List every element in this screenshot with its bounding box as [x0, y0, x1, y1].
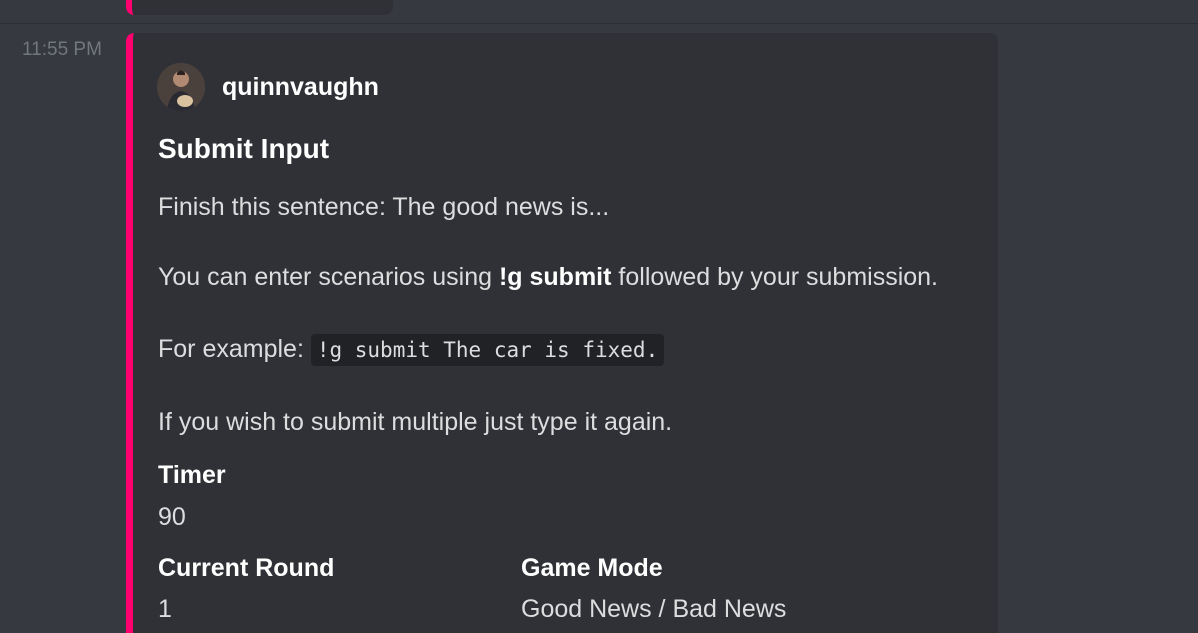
bot-embed: quinnvaughn Submit Input Finish this sen…: [126, 33, 998, 633]
author-name[interactable]: quinnvaughn: [222, 73, 379, 102]
command-text: !g submit: [498, 263, 612, 291]
field-name-timer: Timer: [158, 461, 226, 489]
embed-description: Finish this sentence: The good news is..…: [158, 190, 978, 439]
field-value-current-round: 1: [158, 595, 172, 623]
embed-author: quinnvaughn: [157, 63, 379, 111]
field-name-current-round: Current Round: [158, 554, 335, 582]
field-name-game-mode: Game Mode: [521, 554, 663, 582]
inline-code: !g submit The car is fixed.: [310, 334, 665, 366]
message-timestamp[interactable]: 11:55 PM: [22, 39, 102, 61]
message-divider: [0, 23, 1198, 24]
embed-title: Submit Input: [158, 133, 330, 164]
description-line: For example: !g submit The car is fixed.: [158, 332, 978, 367]
field-value-game-mode: Good News / Bad News: [521, 595, 787, 623]
author-avatar[interactable]: [157, 63, 205, 111]
description-line: You can enter scenarios using !g submit …: [158, 263, 939, 291]
field-value-timer: 90: [158, 503, 186, 531]
description-line: Finish this sentence: The good news is..…: [158, 193, 610, 221]
previous-embed: [126, 0, 393, 15]
description-line: If you wish to submit multiple just type…: [158, 408, 673, 436]
avatar-photo-icon: [157, 63, 205, 111]
